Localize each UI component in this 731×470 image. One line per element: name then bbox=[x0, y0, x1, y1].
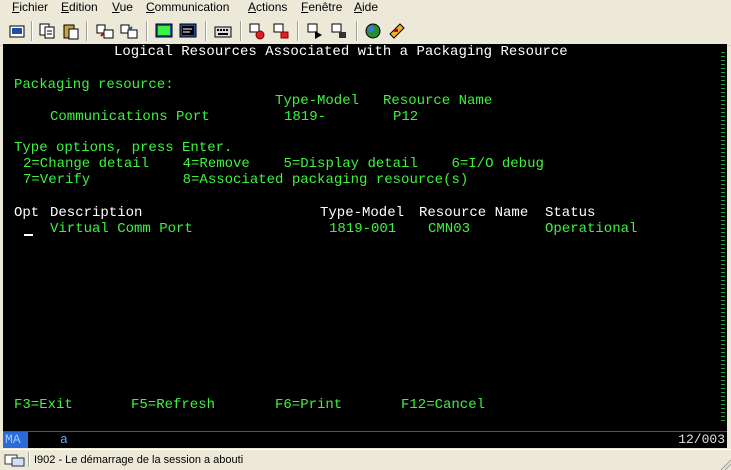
row-type-model: 1819-001 bbox=[329, 221, 397, 237]
display-icon[interactable] bbox=[155, 22, 175, 40]
session-status-icon bbox=[4, 453, 26, 467]
row-status: Operational bbox=[545, 221, 638, 237]
toolbar bbox=[0, 17, 731, 46]
keypad-icon[interactable] bbox=[214, 22, 234, 40]
menu-edition[interactable]: Edition bbox=[61, 0, 98, 17]
header-resource-name: Resource Name bbox=[383, 93, 493, 109]
col-header-status: Status bbox=[545, 205, 596, 221]
toolbar-separator bbox=[146, 21, 148, 41]
record-macro-icon[interactable] bbox=[248, 22, 268, 40]
color-icon[interactable] bbox=[364, 22, 384, 40]
menu-aide[interactable]: Aide bbox=[354, 0, 378, 17]
row-description: Virtual Comm Port bbox=[50, 221, 193, 237]
pause-macro-icon[interactable] bbox=[330, 22, 350, 40]
col-header-resource-name: Resource Name bbox=[419, 205, 529, 221]
send-file-icon[interactable] bbox=[96, 22, 116, 40]
receive-file-icon[interactable] bbox=[120, 22, 140, 40]
row-resource-name: CMN03 bbox=[428, 221, 471, 237]
toolbar-separator bbox=[86, 21, 88, 41]
toolbar-separator bbox=[205, 21, 207, 41]
macro-icon[interactable] bbox=[179, 22, 199, 40]
packaging-resource-name: P12 bbox=[393, 109, 419, 125]
toolbar-separator bbox=[240, 21, 242, 41]
fkey-exit[interactable]: F3=Exit bbox=[14, 397, 73, 413]
header-type-model: Type-Model bbox=[275, 93, 360, 109]
packaging-type-model: 1819- bbox=[284, 109, 327, 125]
menu-fichier[interactable]: Fichier bbox=[12, 0, 48, 17]
terminal-screen[interactable]: Logical Resources Associated with a Pack… bbox=[3, 44, 727, 431]
screen-title: Logical Resources Associated with a Pack… bbox=[114, 44, 568, 60]
toolbar-separator bbox=[356, 21, 358, 41]
col-header-description: Description bbox=[50, 205, 143, 221]
menu-bar: Fichier Edition Vue Communication Action… bbox=[0, 0, 731, 17]
col-header-type-model: Type-Model bbox=[320, 205, 405, 221]
oia-mode: MA bbox=[3, 432, 28, 448]
stop-macro-icon[interactable] bbox=[272, 22, 292, 40]
fkey-refresh[interactable]: F5=Refresh bbox=[131, 397, 215, 413]
opt-input-cursor[interactable] bbox=[24, 234, 33, 236]
print-screen-icon[interactable] bbox=[8, 22, 28, 40]
menu-vue[interactable]: Vue bbox=[112, 0, 133, 17]
menu-actions[interactable]: Actions bbox=[248, 0, 287, 17]
menu-fenetre[interactable]: Fenêtre bbox=[301, 0, 342, 17]
operator-info-area: MA a 12/003 bbox=[3, 431, 727, 448]
status-divider bbox=[28, 452, 30, 467]
menu-communication[interactable]: Communication bbox=[146, 0, 229, 17]
play-macro-icon[interactable] bbox=[306, 22, 326, 40]
screen-edge-marker bbox=[721, 52, 725, 422]
options-line-1: 2=Change detail 4=Remove 5=Display detai… bbox=[23, 156, 544, 172]
status-message: I902 - Le démarrage de la session a abou… bbox=[34, 454, 244, 466]
instructions: Type options, press Enter. bbox=[14, 140, 233, 156]
oia-cursor-position: 12/003 bbox=[678, 432, 725, 447]
toolbar-separator bbox=[297, 21, 299, 41]
fkey-print[interactable]: F6=Print bbox=[275, 397, 342, 413]
status-bar: I902 - Le démarrage de la session a abou… bbox=[0, 449, 731, 470]
copy-icon[interactable] bbox=[38, 22, 58, 40]
paste-icon[interactable] bbox=[62, 22, 82, 40]
packaging-description: Communications Port bbox=[50, 109, 210, 125]
packaging-resource-label: Packaging resource: bbox=[14, 77, 174, 93]
resize-grip[interactable] bbox=[719, 458, 731, 470]
toolbar-separator bbox=[31, 21, 33, 41]
fkey-cancel[interactable]: F12=Cancel bbox=[401, 397, 485, 413]
col-header-opt: Opt bbox=[14, 205, 40, 221]
help-icon[interactable] bbox=[388, 22, 408, 40]
oia-indicator: a bbox=[60, 432, 68, 447]
options-line-2: 7=Verify 8=Associated packaging resource… bbox=[23, 172, 469, 188]
